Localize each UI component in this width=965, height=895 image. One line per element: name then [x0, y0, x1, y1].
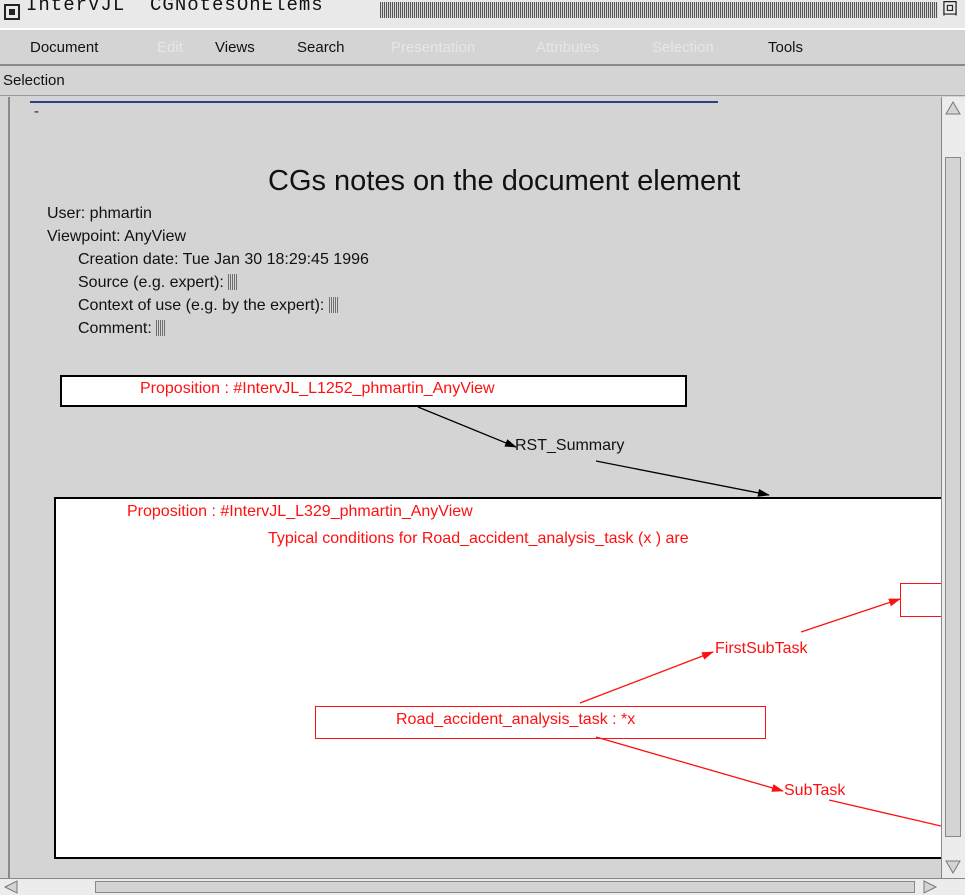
scroll-down-icon[interactable] [945, 859, 961, 875]
menu-document[interactable]: Document [30, 39, 98, 56]
graph-edges [417, 406, 941, 827]
horizontal-scroll-thumb[interactable] [95, 881, 915, 893]
title-bar-stripes [380, 2, 938, 18]
menu-edit[interactable]: Edit [157, 39, 183, 56]
window-menu-icon[interactable] [4, 4, 20, 20]
selection-bar[interactable]: Selection [0, 68, 965, 96]
maximize-icon[interactable]: 回 [942, 0, 958, 18]
horizontal-scrollbar[interactable] [0, 878, 965, 895]
edge-first-subtask-to-node [800, 598, 901, 633]
menu-presentation[interactable]: Presentation [391, 39, 475, 56]
menu-search[interactable]: Search [297, 39, 345, 56]
window-title: InterVJL CGNotesOnElems [26, 0, 330, 16]
menu-bar: Document Edit Views Search Presentation … [0, 28, 965, 66]
edge-to-subtask [595, 736, 784, 792]
vertical-scroll-thumb[interactable] [945, 157, 961, 837]
edge-subtask-continuation [828, 799, 941, 827]
edge-to-rst-summary [417, 406, 517, 448]
selection-label: Selection [3, 72, 65, 89]
edge-rst-summary-to-proposition [595, 460, 770, 497]
vertical-scrollbar[interactable] [941, 97, 965, 878]
menu-selection[interactable]: Selection [652, 39, 714, 56]
scroll-up-icon[interactable] [945, 100, 961, 116]
menu-views[interactable]: Views [215, 39, 255, 56]
window-title-bar[interactable]: InterVJL CGNotesOnElems 回 [0, 0, 965, 28]
menu-tools[interactable]: Tools [768, 39, 803, 56]
scroll-right-icon[interactable] [922, 880, 938, 894]
edge-to-first-subtask [579, 651, 714, 704]
menu-attributes[interactable]: Attributes [536, 39, 599, 56]
document-view[interactable]: - CGs notes on the document element User… [8, 97, 941, 878]
scroll-left-icon[interactable] [3, 880, 19, 894]
